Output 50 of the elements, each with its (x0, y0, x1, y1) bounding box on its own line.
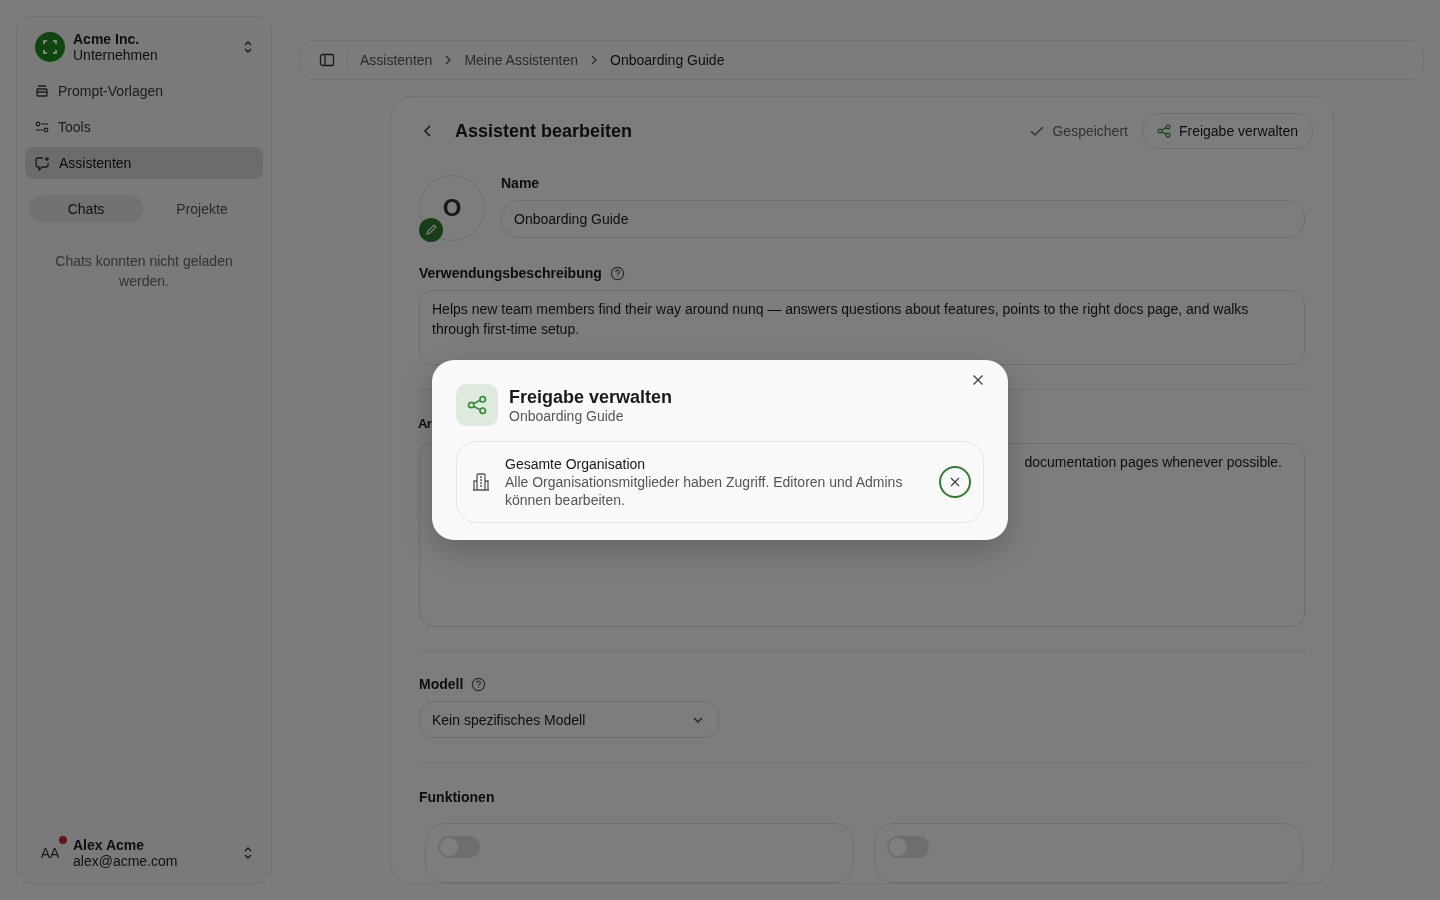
page-title: Assistent bearbeiten (455, 120, 633, 142)
field-label: Verwendungsbeschreibung (419, 265, 602, 281)
chevron-updown-icon[interactable] (243, 40, 253, 54)
user-name: Alex Acme (73, 837, 146, 853)
sidebar-toggle-icon[interactable] (319, 52, 335, 68)
nav-item[interactable]: Assistenten (25, 147, 263, 179)
model-dropdown[interactable]: Kein spezifisches Modell (419, 701, 719, 738)
nav-item[interactable]: Tools (25, 111, 263, 143)
edit-icon[interactable] (419, 218, 443, 242)
building-icon (471, 472, 491, 492)
logo-icon (35, 32, 65, 62)
dialog-title: Freigabe verwalten (509, 386, 673, 408)
tab[interactable]: Projekte (145, 195, 259, 223)
avatar-letter: O (442, 194, 462, 222)
chevron-down-icon (692, 715, 704, 724)
remove-button[interactable] (939, 466, 971, 498)
dialog-subtitle: Onboarding Guide (509, 407, 625, 424)
close-icon[interactable] (972, 374, 984, 386)
share-button[interactable]: Freigabe verwalten (1141, 113, 1313, 149)
tab[interactable]: Chats (29, 195, 143, 223)
sliders-icon (35, 120, 49, 134)
empty-message: Chats konnten nicht geladen werden. (54, 252, 234, 291)
help-icon[interactable] (609, 265, 625, 281)
chat-sparkle-icon (35, 155, 50, 171)
share-description: Alle Organisationsmitglieder haben Zugriff. Editoren und Admins können bearbeiten. (505, 473, 904, 509)
breadcrumb-link[interactable]: Assistenten (360, 52, 433, 68)
user-initials: AA (40, 845, 60, 861)
share-icon (1156, 124, 1171, 138)
breadcrumb-link[interactable]: Meine Assistenten (464, 52, 578, 68)
section-heading: Funktionen (419, 789, 496, 805)
check-icon (1030, 125, 1045, 137)
back-icon[interactable] (423, 124, 433, 138)
save-status: Gespeichert (1052, 123, 1128, 139)
chevron-updown-icon[interactable] (243, 846, 253, 860)
close-icon (950, 477, 960, 487)
breadcrumb-link[interactable]: Onboarding Guide (610, 52, 725, 68)
share-icon (456, 384, 498, 426)
field-label: Ar (418, 415, 432, 431)
field-label: Name (501, 175, 541, 191)
share-title: Gesamte Organisation (505, 455, 647, 473)
org-type: Unternehmen (73, 47, 159, 63)
name-field[interactable]: Onboarding Guide (501, 200, 1305, 238)
stack-icon (35, 84, 49, 98)
chevron-right-icon (444, 55, 453, 65)
chevron-right-icon (590, 55, 598, 65)
user-email: alex@acme.com (73, 853, 179, 869)
help-icon[interactable] (471, 676, 487, 692)
nav-item[interactable]: Prompt-Vorlagen (25, 75, 263, 107)
org-name: Acme Inc. (73, 31, 141, 47)
field-label: Modell (419, 676, 464, 693)
